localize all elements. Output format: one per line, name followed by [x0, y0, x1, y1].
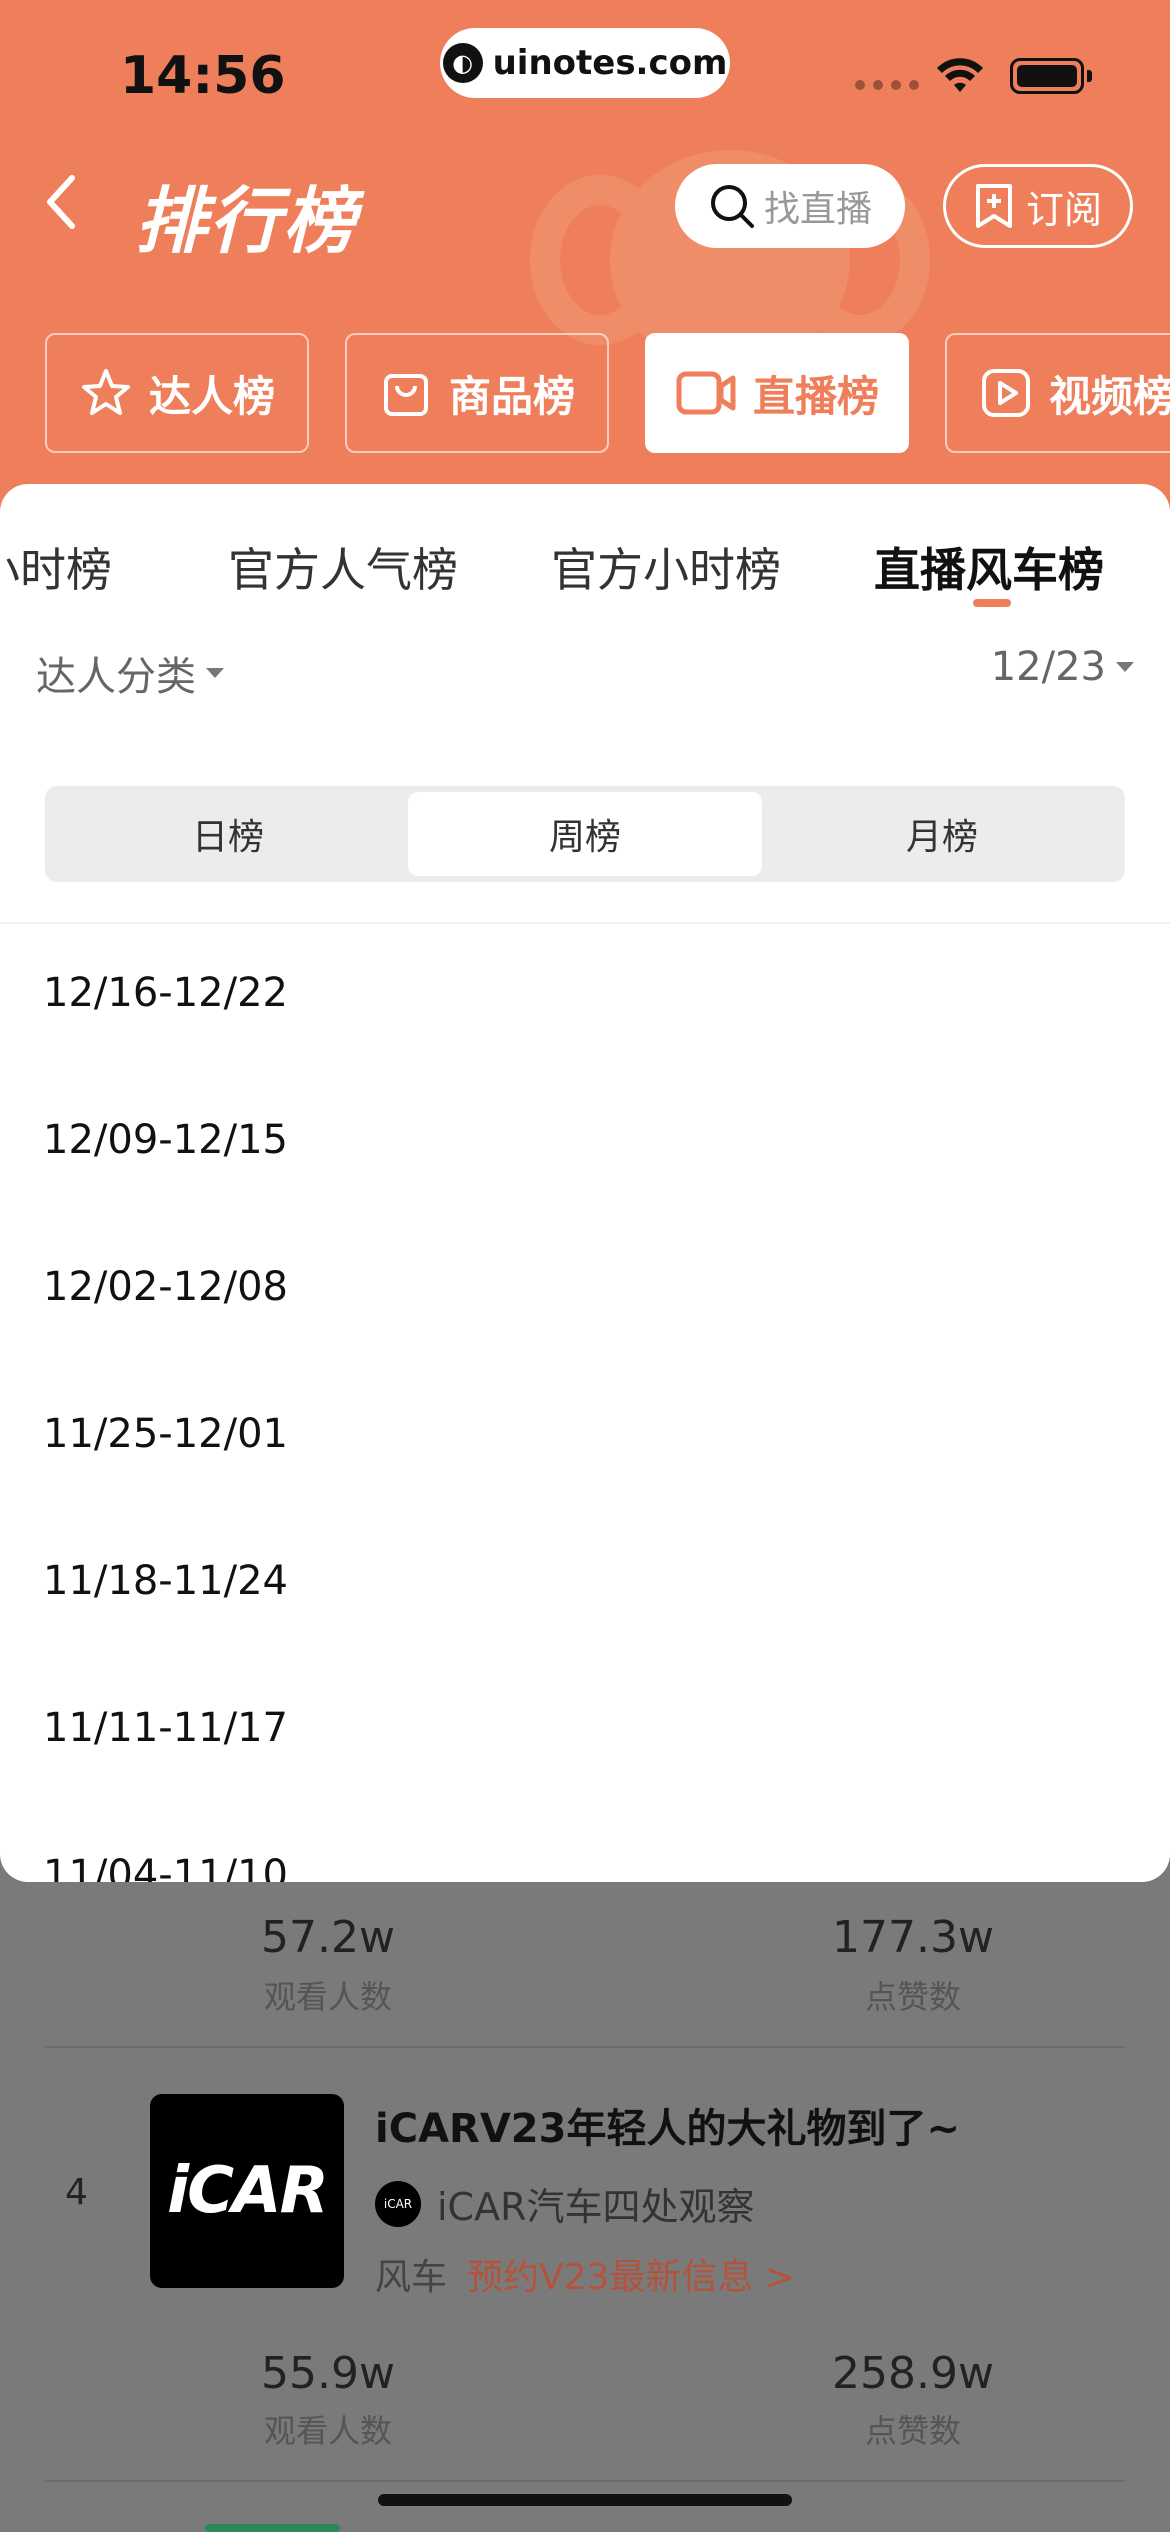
list-divider	[45, 2480, 1125, 2482]
bookmark-add-icon	[975, 184, 1012, 228]
rank-number: 4	[65, 2172, 88, 2213]
subtab-hourly[interactable]: 小时榜	[0, 534, 112, 600]
subscribe-button[interactable]: 订阅	[943, 164, 1133, 248]
viewers-value: 57.2w	[261, 1912, 395, 1963]
star-icon	[81, 369, 130, 415]
status-bar: 14:56 ◐ uinotes.com	[0, 28, 1170, 120]
period-option[interactable]: 12/02-12/08	[43, 1264, 288, 1310]
battery-tip	[1087, 70, 1092, 82]
caret-down-icon	[1116, 662, 1134, 672]
subtab-live-windmill[interactable]: 直播风车榜	[874, 534, 1104, 600]
subtab-official-hourly[interactable]: 官方小时榜	[551, 534, 781, 600]
tab-label: 达人榜	[148, 371, 275, 421]
live-thumbnail[interactable]: iCAR	[150, 2094, 344, 2288]
back-icon[interactable]	[42, 172, 82, 232]
caret-down-icon	[206, 668, 224, 678]
period-option[interactable]: 11/11-11/17	[43, 1705, 288, 1751]
page-title: 排行榜	[135, 179, 358, 263]
date-label: 12/23	[990, 644, 1106, 690]
video-icon	[676, 371, 736, 415]
header: 14:56 ◐ uinotes.com 排行榜 找直播 订阅 达人榜 商品榜 直…	[0, 0, 1170, 520]
period-option[interactable]: 11/25-12/01	[43, 1411, 288, 1457]
signal-icon	[855, 80, 919, 90]
tab-creator-rank[interactable]: 达人榜	[45, 333, 309, 453]
subtab-indicator	[973, 599, 1011, 607]
viewers-label: 观看人数	[263, 2412, 392, 2450]
bag-icon	[383, 374, 428, 416]
viewers-label: 观看人数	[263, 1978, 392, 2016]
tab-label: 视频榜	[1048, 371, 1170, 421]
period-picker-sheet: 小时榜 官方人气榜 官方小时榜 直播风车榜 达人分类 12/23 日榜 周榜 月…	[0, 484, 1170, 1882]
subtab-official-popular[interactable]: 官方人气榜	[228, 534, 458, 600]
viewers-value: 55.9w	[261, 2348, 395, 2399]
play-icon	[981, 369, 1030, 417]
thumb-logo-text: iCAR	[167, 2154, 329, 2228]
likes-label: 点赞数	[864, 1978, 961, 2016]
tab-label: 直播榜	[752, 371, 879, 421]
likes-value: 258.9w	[832, 2348, 994, 2399]
date-filter[interactable]: 12/23	[991, 644, 1134, 690]
live-tagline: 风车 预约V23最新信息 >	[375, 2248, 795, 2300]
subscribe-label: 订阅	[1025, 187, 1102, 232]
live-title[interactable]: iCARV23年轻人的大礼物到了~	[375, 2096, 960, 2154]
likes-value: 177.3w	[832, 1912, 994, 1963]
author-avatar: iCAR	[375, 2180, 421, 2227]
likes-label: 点赞数	[864, 2412, 961, 2450]
list-divider	[45, 2046, 1125, 2048]
tag-label: 风车	[375, 2257, 448, 2298]
author-row[interactable]: iCAR iCAR汽车四处观察	[375, 2176, 755, 2231]
segment-weekly[interactable]: 周榜	[408, 792, 762, 876]
search-icon	[710, 185, 754, 228]
reserve-link[interactable]: 预约V23最新信息 >	[467, 2257, 795, 2298]
tab-video-rank[interactable]: 视频榜	[945, 333, 1170, 453]
period-option[interactable]: 12/16-12/22	[43, 970, 288, 1016]
divider	[0, 922, 1170, 924]
next-item-peek	[205, 2524, 340, 2532]
home-indicator	[378, 2494, 792, 2506]
search-label: 找直播	[763, 189, 872, 230]
wifi-icon	[937, 58, 983, 92]
filter-label: 达人分类	[36, 654, 196, 700]
tab-live-rank[interactable]: 直播榜	[645, 333, 909, 453]
tab-product-rank[interactable]: 商品榜	[345, 333, 609, 453]
site-badge: ◐ uinotes.com	[440, 28, 730, 98]
status-time: 14:56	[120, 46, 286, 106]
creator-category-filter[interactable]: 达人分类	[36, 644, 224, 702]
segment-monthly[interactable]: 月榜	[765, 792, 1119, 876]
segment-daily[interactable]: 日榜	[51, 792, 405, 876]
period-option[interactable]: 12/09-12/15	[43, 1117, 288, 1163]
period-segmented-control: 日榜 周榜 月榜	[45, 786, 1125, 882]
period-option[interactable]: 11/18-11/24	[43, 1558, 288, 1604]
site-logo-icon: ◐	[442, 43, 483, 83]
author-name: iCAR汽车四处观察	[437, 2185, 755, 2229]
site-label: uinotes.com	[492, 43, 728, 83]
search-live-button[interactable]: 找直播	[675, 164, 905, 248]
tab-label: 商品榜	[448, 371, 575, 421]
period-option[interactable]: 11/04-11/10	[43, 1852, 288, 1882]
battery-icon	[1010, 58, 1084, 94]
